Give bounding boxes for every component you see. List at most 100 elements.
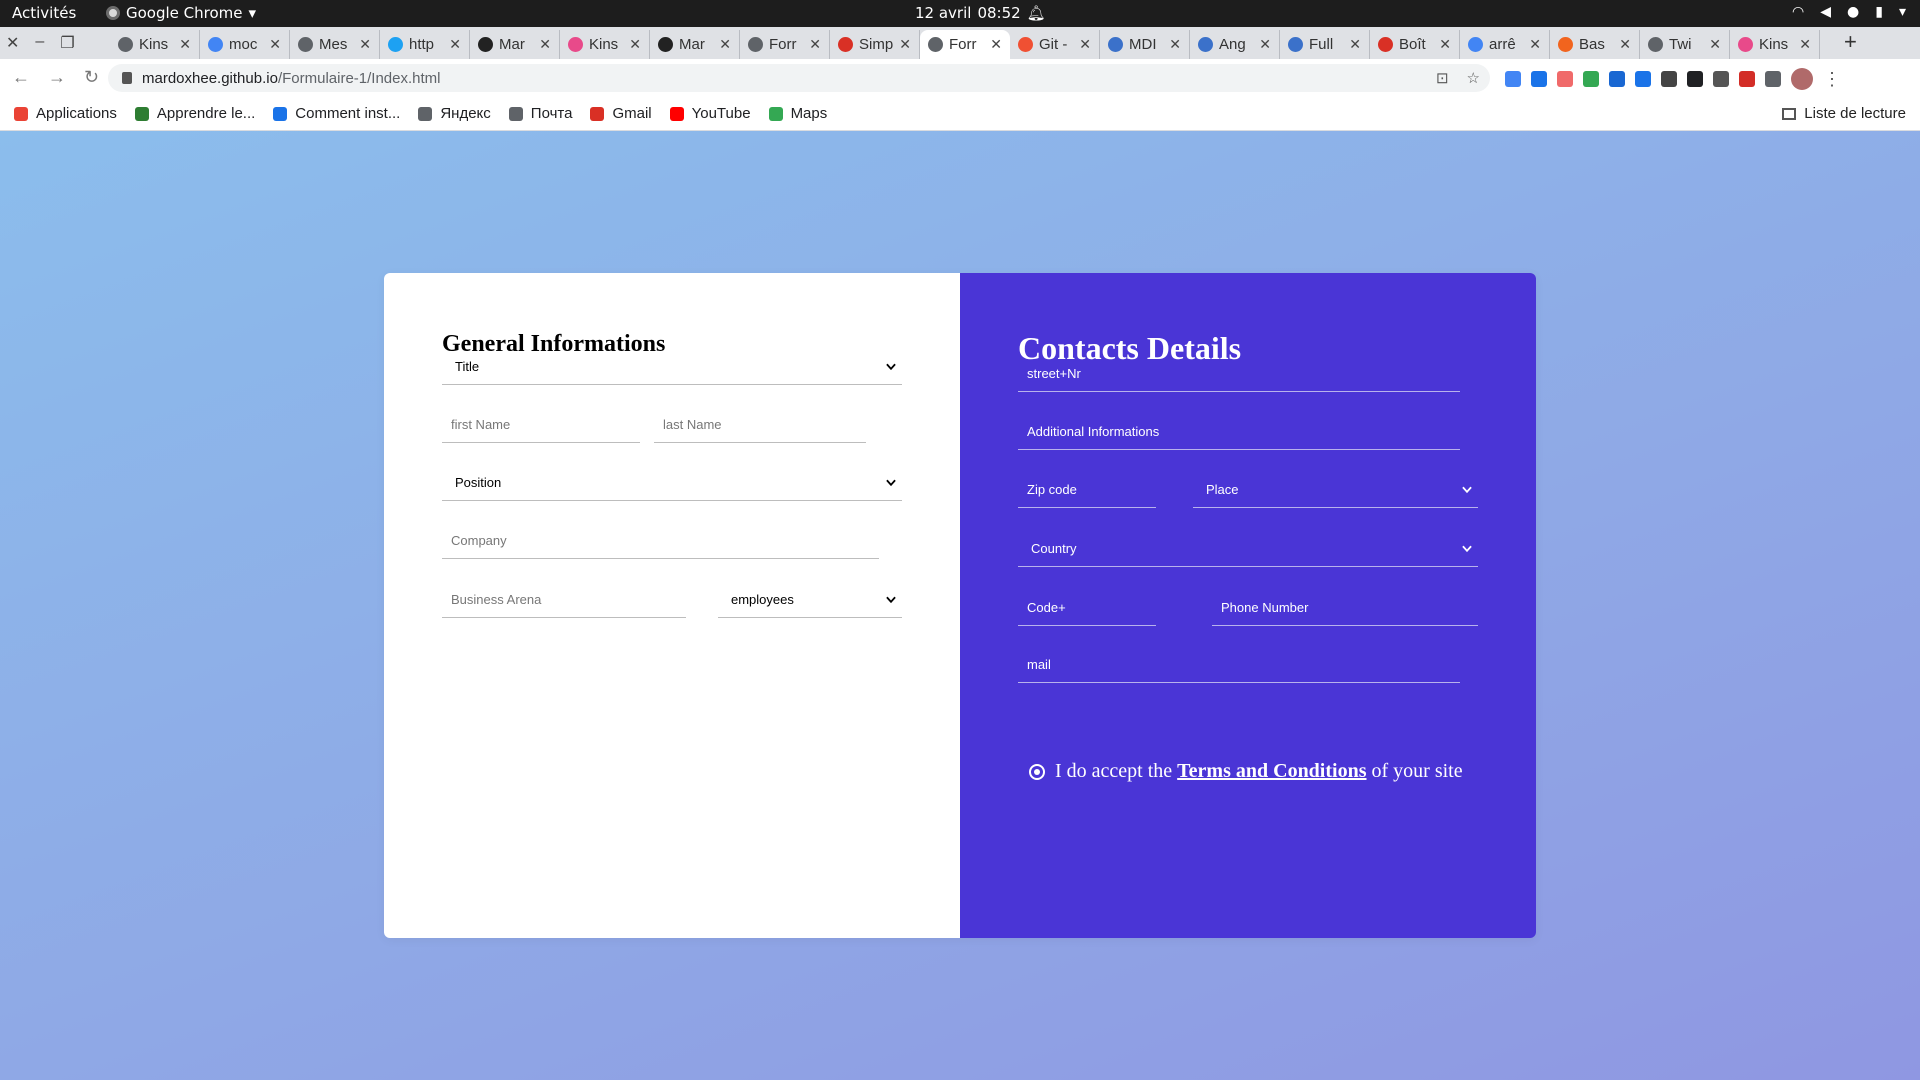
mdb-icon	[1108, 37, 1123, 52]
tab-label: Forr	[769, 36, 797, 53]
business-arena-field[interactable]: Business Arena	[442, 582, 686, 618]
clock[interactable]: 12 avril 08:52 🔔︎	[915, 4, 1046, 22]
bookmark-item[interactable]: Gmail	[590, 105, 652, 122]
additional-informations-placeholder: Additional Informations	[1027, 424, 1160, 439]
browser-tab[interactable]: Simp ✕	[830, 30, 920, 59]
dictionary-extension-icon[interactable]	[1687, 71, 1703, 87]
euro-extension-icon[interactable]	[1609, 71, 1625, 87]
tab-close-icon[interactable]: ✕	[539, 36, 551, 53]
terms-link[interactable]: Terms and Conditions	[1177, 760, 1366, 782]
street-field[interactable]: street+Nr	[1018, 356, 1460, 392]
minimize-window-icon[interactable]: –	[35, 33, 44, 53]
browser-tab[interactable]: Ang ✕	[1190, 30, 1280, 59]
terms-radio-button[interactable]	[1029, 763, 1045, 780]
activities-button[interactable]: Activités	[12, 4, 76, 22]
browser-tab[interactable]: Git - ✕	[1010, 30, 1100, 59]
browser-tab[interactable]: Full ✕	[1280, 30, 1370, 59]
lock-icon[interactable]	[122, 72, 132, 84]
tab-close-icon[interactable]: ✕	[1259, 36, 1271, 53]
additional-informations-field[interactable]: Additional Informations	[1018, 414, 1460, 450]
restore-window-icon[interactable]: ❐	[60, 33, 74, 53]
first-name-field[interactable]: first Name	[442, 407, 640, 443]
tab-close-icon[interactable]: ✕	[809, 36, 821, 53]
phone-number-field[interactable]: Phone Number	[1212, 590, 1478, 626]
bookmark-star-icon[interactable]: ☆	[1467, 69, 1480, 87]
url-text[interactable]: mardoxhee.github.io/Formulaire-1/Index.h…	[142, 70, 441, 87]
bookmark-item[interactable]: Apprendre le...	[134, 105, 255, 122]
navigation-buttons: ← → ↻	[12, 67, 99, 88]
browser-tab[interactable]: Mar ✕	[650, 30, 740, 59]
lastpass-extension-icon[interactable]	[1739, 71, 1755, 87]
tab-close-icon[interactable]: ✕	[990, 36, 1002, 53]
bookmark-item[interactable]: Яндекс	[418, 105, 491, 122]
tab-close-icon[interactable]: ✕	[629, 36, 641, 53]
forward-arrow-icon[interactable]: →	[48, 67, 66, 88]
browser-tab[interactable]: Kins ✕	[1730, 30, 1820, 59]
back-arrow-icon[interactable]: ←	[12, 67, 30, 88]
reading-list-icon	[1782, 107, 1797, 120]
tab-close-icon[interactable]: ✕	[719, 36, 731, 53]
place-select[interactable]: Place	[1193, 472, 1478, 508]
tab-close-icon[interactable]: ✕	[1439, 36, 1451, 53]
profile-avatar[interactable]	[1791, 68, 1813, 90]
browser-tab[interactable]: http ✕	[380, 30, 470, 59]
browser-tab[interactable]: Kins ✕	[560, 30, 650, 59]
puzzle-extensions-icon[interactable]	[1765, 71, 1781, 87]
country-code-field[interactable]: Code+	[1018, 590, 1156, 626]
title-select[interactable]: Title	[442, 349, 902, 385]
tab-close-icon[interactable]: ✕	[179, 36, 191, 53]
kebab-menu-icon[interactable]: ⋮	[1823, 69, 1841, 90]
drive-extension-icon[interactable]	[1583, 71, 1599, 87]
country-select[interactable]: Country	[1018, 531, 1478, 567]
browser-tab[interactable]: Forr ✕	[740, 30, 830, 59]
zip-code-field[interactable]: Zip code	[1018, 472, 1156, 508]
run-extension-icon[interactable]	[1713, 71, 1729, 87]
browser-tab[interactable]: Forr ✕	[920, 30, 1010, 59]
megaphone-extension-icon[interactable]	[1635, 71, 1651, 87]
browser-tab[interactable]: Kins ✕	[110, 30, 200, 59]
browser-tab[interactable]: Boît ✕	[1370, 30, 1460, 59]
bookmark-item[interactable]: YouTube	[669, 105, 751, 122]
tab-close-icon[interactable]: ✕	[449, 36, 461, 53]
bookmark-item[interactable]: Почта	[508, 105, 572, 122]
browser-tab[interactable]: Mar ✕	[470, 30, 560, 59]
address-bar[interactable]: mardoxhee.github.io/Formulaire-1/Index.h…	[108, 64, 1490, 92]
bookmark-item[interactable]: Applications	[14, 105, 117, 122]
bookmark-item[interactable]: Maps	[768, 105, 827, 122]
asana-extension-icon[interactable]	[1557, 71, 1573, 87]
tab-close-icon[interactable]: ✕	[1709, 36, 1721, 53]
new-tab-button[interactable]: +	[1844, 29, 1857, 55]
company-field[interactable]: Company	[442, 523, 879, 559]
bookmark-item[interactable]: Comment inst...	[273, 105, 400, 122]
app-menu[interactable]: Google Chrome ▾	[106, 4, 256, 22]
reload-icon[interactable]: ↻	[84, 67, 99, 88]
tab-close-icon[interactable]: ✕	[359, 36, 371, 53]
browser-tab[interactable]: Mes ✕	[290, 30, 380, 59]
tab-close-icon[interactable]: ✕	[899, 36, 911, 53]
tab-close-icon[interactable]: ✕	[1619, 36, 1631, 53]
form-card: General Informations Title first Name la…	[384, 273, 1536, 938]
shield-extension-icon[interactable]	[1531, 71, 1547, 87]
tab-label: Mar	[499, 36, 525, 53]
browser-tab[interactable]: moc ✕	[200, 30, 290, 59]
tab-close-icon[interactable]: ✕	[1169, 36, 1181, 53]
mail-field[interactable]: mail	[1018, 647, 1460, 683]
tab-close-icon[interactable]: ✕	[1079, 36, 1091, 53]
tool-extension-icon[interactable]	[1661, 71, 1677, 87]
last-name-field[interactable]: last Name	[654, 407, 866, 443]
tab-close-icon[interactable]: ✕	[269, 36, 281, 53]
position-select[interactable]: Position	[442, 465, 902, 501]
tab-close-icon[interactable]: ✕	[1529, 36, 1541, 53]
browser-tab[interactable]: Twi ✕	[1640, 30, 1730, 59]
browser-tab[interactable]: MDI ✕	[1100, 30, 1190, 59]
translate-icon[interactable]: ⊡	[1436, 69, 1449, 87]
close-window-icon[interactable]: ✕	[6, 33, 19, 53]
system-tray[interactable]: ◠ ◀ ● ▮ ▾	[1792, 4, 1906, 20]
tab-close-icon[interactable]: ✕	[1349, 36, 1361, 53]
translate-extension-icon[interactable]	[1505, 71, 1521, 87]
employees-select[interactable]: employees	[718, 582, 902, 618]
reading-list-button[interactable]: Liste de lecture	[1782, 105, 1906, 122]
browser-tab[interactable]: arrê ✕	[1460, 30, 1550, 59]
tab-close-icon[interactable]: ✕	[1799, 36, 1811, 53]
browser-tab[interactable]: Bas ✕	[1550, 30, 1640, 59]
